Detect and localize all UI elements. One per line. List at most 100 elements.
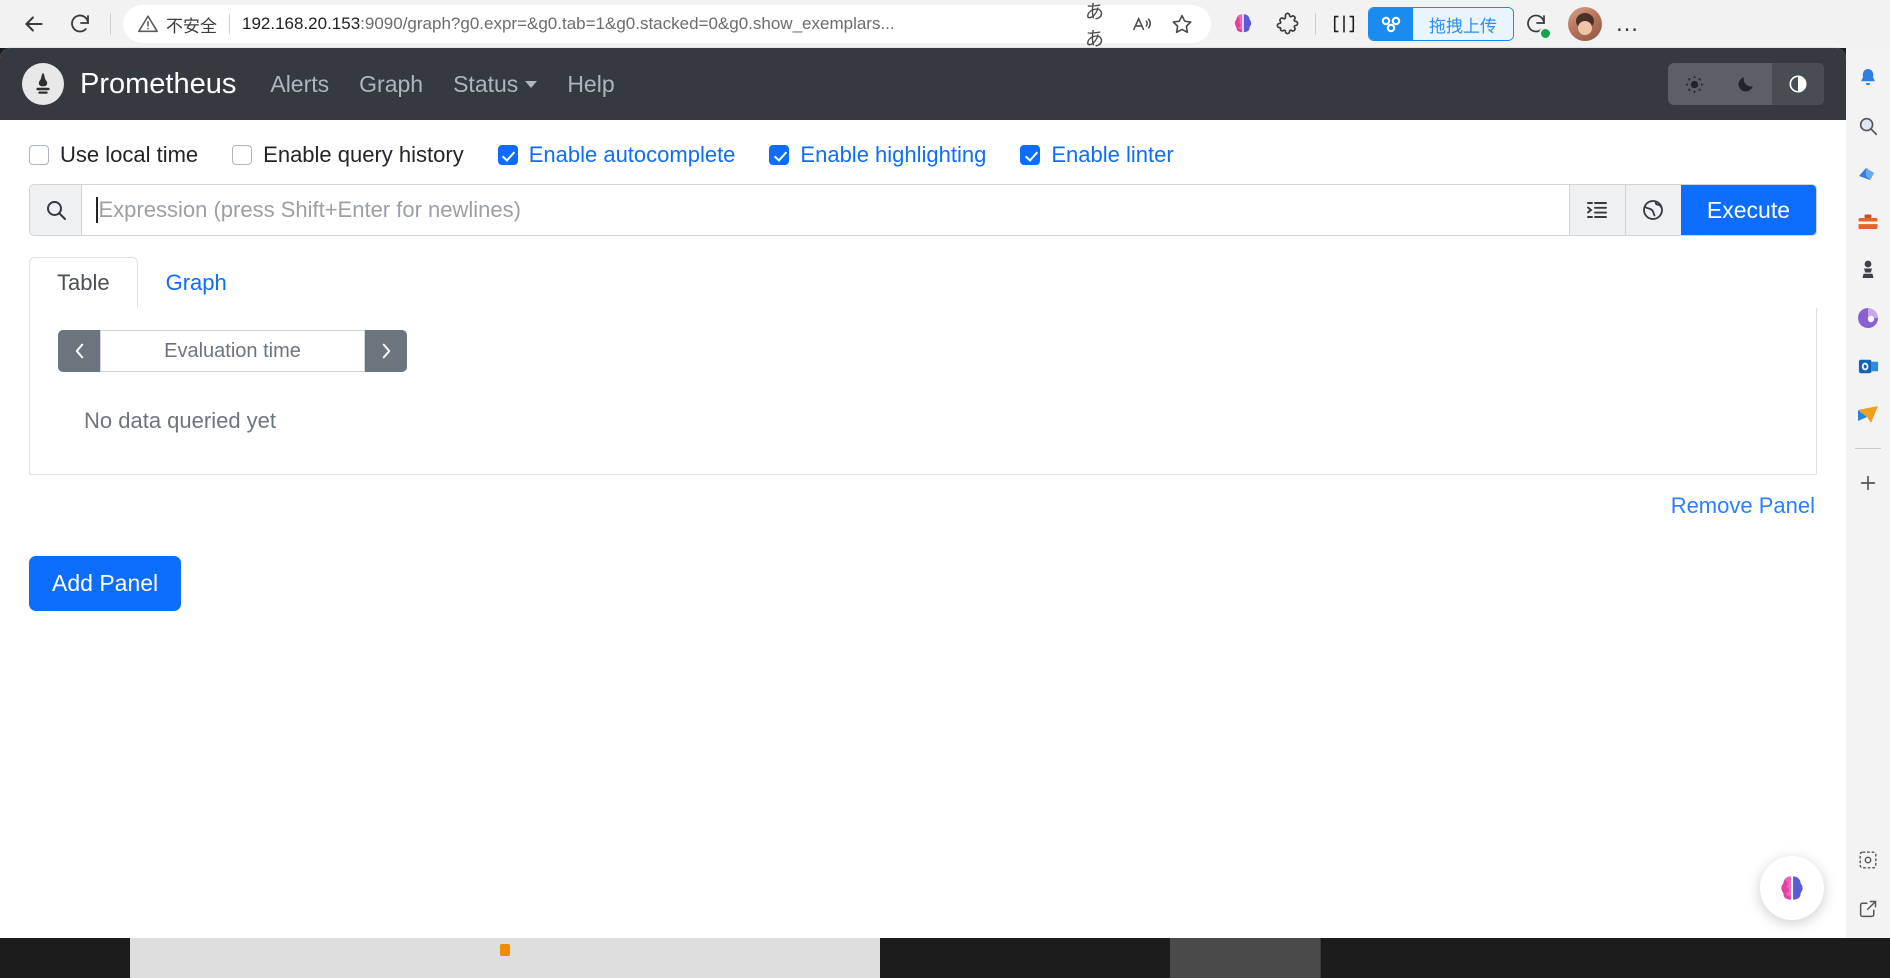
panel-tabs: Table Graph [29,257,1817,309]
enable-highlighting-label: Enable highlighting [800,142,987,167]
evaluation-time-next-button[interactable] [365,330,407,372]
prometheus-logo-icon[interactable] [22,63,64,105]
option-enable-query-history[interactable]: Enable query history [232,142,464,168]
option-enable-linter[interactable]: Enable linter [1020,142,1174,168]
theme-toggle-group [1668,63,1824,105]
nav-item-help[interactable]: Help [567,71,614,98]
add-panel-button[interactable]: Add Panel [29,556,182,611]
theme-auto-button[interactable] [1772,63,1824,105]
read-aloud-icon[interactable] [1125,7,1159,41]
address-bar[interactable]: 不安全 192.168.20.153:9090/graph?g0.expr=&g… [123,2,1211,50]
enable-linter-label: Enable linter [1051,142,1174,167]
extensions-puzzle-icon[interactable] [1265,4,1309,44]
cloud-upload-icon [1369,8,1413,40]
use-local-time-checkbox[interactable] [29,145,49,165]
browser-settings-more-icon[interactable]: … [1608,4,1648,44]
nav-item-alerts[interactable]: Alerts [270,71,329,98]
address-divider [229,14,230,34]
tab-table[interactable]: Table [29,257,138,309]
os-taskbar [0,938,1890,978]
prometheus-navbar: Prometheus Alerts Graph Status Help [0,48,1846,120]
evaluation-time-group: Evaluation time [58,330,407,372]
copilot-brain-icon [1781,876,1803,900]
taskbar-mid-segment [880,938,1170,978]
option-enable-autocomplete[interactable]: Enable autocomplete [497,142,736,168]
taskbar-window-preview[interactable] [130,938,880,978]
sync-ok-badge [1539,27,1552,40]
copilot-brain-icon[interactable] [1221,4,1265,44]
toolbox-icon[interactable] [1848,200,1888,244]
extensions-divider [1315,13,1316,35]
copilot-floating-button[interactable] [1760,856,1824,920]
enable-query-history-label: Enable query history [263,142,464,167]
address-url[interactable]: 192.168.20.153:9090/graph?g0.expr=&g0.ta… [242,14,1079,34]
os-sidebar-rail [1846,48,1890,978]
sync-status-icon[interactable] [1514,4,1558,44]
enable-linter-checkbox[interactable] [1020,145,1041,165]
enable-query-history-checkbox[interactable] [232,145,253,165]
mail-send-icon[interactable] [1848,392,1888,436]
evaluation-time-input[interactable]: Evaluation time [100,330,365,372]
chevron-down-icon [525,80,538,88]
nav-item-status-label: Status [453,70,519,97]
execute-button[interactable]: Execute [1680,185,1816,235]
expression-placeholder: Expression (press Shift+Enter for newlin… [98,197,521,222]
format-expression-icon[interactable] [1568,185,1625,235]
toolbar-divider [110,13,111,35]
theme-light-button[interactable] [1668,63,1720,105]
taskbar-right-segment [1321,938,1890,978]
taskbar-left-segment [0,938,130,978]
use-local-time-label: Use local time [60,142,199,167]
external-link-icon[interactable] [1848,886,1888,930]
expression-input[interactable]: Expression (press Shift+Enter for newlin… [82,185,1569,235]
enable-highlighting-checkbox[interactable] [769,145,790,165]
option-enable-highlighting[interactable]: Enable highlighting [769,142,986,168]
upload-extension-label: 拖拽上传 [1413,8,1513,40]
prometheus-main: Use local time Enable query history Enab… [0,120,1846,611]
tab-graph[interactable]: Graph [138,257,255,309]
back-button[interactable] [14,4,54,44]
text-caret [96,197,98,223]
enable-autocomplete-label: Enable autocomplete [528,142,736,167]
favorite-star-icon[interactable] [1165,7,1199,41]
rail-divider [1855,448,1881,449]
page-viewport: Prometheus Alerts Graph Status Help Use … [0,48,1846,938]
expression-bar: Expression (press Shift+Enter for newlin… [29,184,1817,236]
panel-body: Evaluation time No data queried yet [29,308,1817,475]
query-options-row: Use local time Enable query history Enab… [29,120,1817,184]
evaluation-time-placeholder: Evaluation time [164,339,301,362]
widgets-icon[interactable] [1848,838,1888,882]
outlook-icon[interactable] [1848,344,1888,388]
search-icon[interactable] [30,185,82,235]
upload-extension-button[interactable]: 拖拽上传 [1368,7,1514,41]
notifications-icon[interactable] [1848,56,1888,100]
enable-autocomplete-checkbox[interactable] [497,145,518,165]
microsoft-365-icon[interactable] [1848,296,1888,340]
taskbar-active-window[interactable] [1170,938,1320,978]
metrics-explorer-globe-icon[interactable] [1624,185,1681,235]
onedrive-icon[interactable] [1848,152,1888,196]
nav-item-graph[interactable]: Graph [359,71,423,98]
prometheus-brand[interactable]: Prometheus [80,68,236,101]
profile-avatar[interactable] [1568,7,1602,41]
search-icon[interactable] [1848,104,1888,148]
reload-button[interactable] [60,4,100,44]
extensions-area: 拖拽上传 … [1221,4,1648,44]
option-use-local-time[interactable]: Use local time [29,142,198,168]
security-status-label: 不安全 [166,16,217,37]
evaluation-time-prev-button[interactable] [58,330,100,372]
add-icon[interactable] [1848,461,1888,505]
nav-item-status[interactable]: Status [453,70,538,98]
nav-item-help-label: Help [567,70,615,97]
not-secure-warning-icon [137,13,159,35]
split-screen-icon[interactable] [1322,4,1366,44]
chess-icon[interactable] [1848,248,1888,292]
remove-panel-button[interactable]: Remove Panel [1671,493,1815,519]
prometheus-nav-links: Alerts Graph Status Help [270,71,614,98]
nav-item-alerts-label: Alerts [270,70,330,97]
remove-panel-row: Remove Panel [29,475,1817,519]
translate-icon[interactable]: ああ [1085,2,1119,50]
browser-toolbar: 不安全 192.168.20.153:9090/graph?g0.expr=&g… [0,0,1890,50]
theme-dark-button[interactable] [1720,63,1772,105]
table-empty-message: No data queried yet [84,408,277,433]
